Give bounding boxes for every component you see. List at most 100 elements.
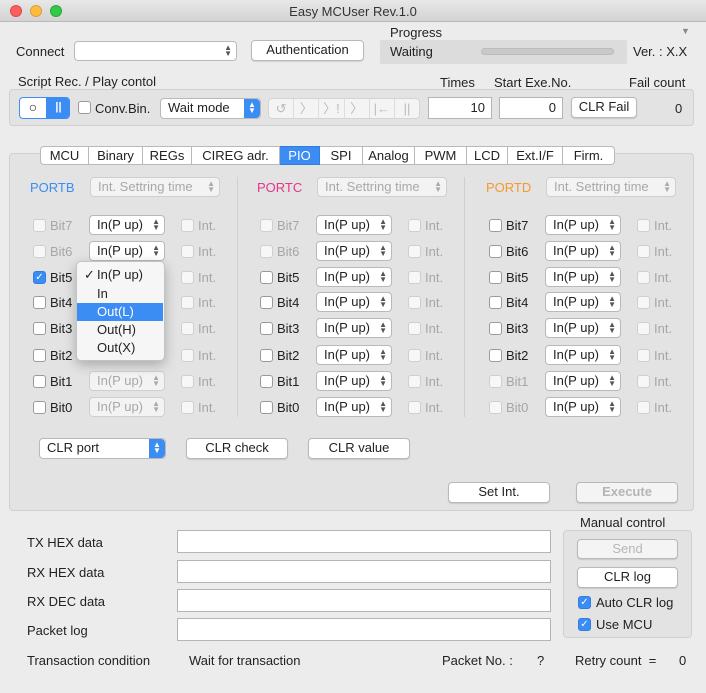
start-exe-input[interactable]: 0 <box>499 97 563 119</box>
pin-mode-select[interactable]: In(P up) ▲ ▼ <box>316 292 392 312</box>
int-checkbox[interactable] <box>637 349 650 362</box>
pin-mode-select[interactable]: In(P up) ▲ ▼ <box>545 267 621 287</box>
connect-select[interactable]: ▲ ▼ <box>74 41 237 61</box>
pin-mode-select[interactable]: In(P up) ▲ ▼ <box>316 267 392 287</box>
int-checkbox[interactable] <box>408 322 421 335</box>
bit-checkbox[interactable] <box>33 401 46 414</box>
bit-checkbox[interactable] <box>489 322 502 335</box>
pin-mode-select[interactable]: In(P up) ▲ ▼ <box>545 241 621 261</box>
bit-checkbox[interactable] <box>260 296 273 309</box>
pin-mode-select[interactable]: In(P up) ▲ ▼ <box>545 292 621 312</box>
data-field-rx-hex-data[interactable] <box>177 560 551 583</box>
bit-checkbox[interactable] <box>33 296 46 309</box>
bit-checkbox[interactable] <box>489 375 502 388</box>
bit-checkbox[interactable] <box>260 219 273 232</box>
bit-checkbox[interactable] <box>489 219 502 232</box>
pin-mode-select[interactable]: In(P up) ▲ ▼ <box>316 397 392 417</box>
pin-mode-select[interactable]: In(P up) ▲ ▼ <box>89 397 165 417</box>
bit-checkbox[interactable] <box>33 322 46 335</box>
pin-mode-select[interactable]: In(P up) ▲ ▼ <box>316 215 392 235</box>
pin-mode-select[interactable]: In(P up) ▲ ▼ <box>316 241 392 261</box>
record-play-segment[interactable]: ○ || <box>19 97 70 119</box>
set-int-button[interactable]: Set Int. <box>448 482 550 503</box>
tab-binary[interactable]: Binary <box>89 146 143 165</box>
int-checkbox[interactable] <box>637 271 650 284</box>
pin-mode-select[interactable]: In(P up) ▲ ▼ <box>89 371 165 391</box>
data-field-tx-hex-data[interactable] <box>177 530 551 553</box>
bit-checkbox[interactable] <box>489 401 502 414</box>
int-checkbox[interactable] <box>181 245 194 258</box>
clr-value-button[interactable]: CLR value <box>308 438 410 459</box>
bit-checkbox[interactable] <box>260 349 273 362</box>
tab-pio[interactable]: PIO <box>280 146 320 165</box>
rewind-icon[interactable]: |← <box>370 99 395 118</box>
int-setting-time-select[interactable]: Int. Settring time ▲ ▼ <box>90 177 220 197</box>
bit-checkbox[interactable] <box>260 245 273 258</box>
tab-firm[interactable]: Firm. <box>563 146 615 165</box>
step-icon[interactable]: 〉 <box>294 99 320 118</box>
play-icon[interactable]: 〉 <box>345 99 370 118</box>
tab-mcu[interactable]: MCU <box>40 146 89 165</box>
menu-item-in[interactable]: In <box>77 285 163 303</box>
int-checkbox[interactable] <box>181 271 194 284</box>
bit-checkbox[interactable] <box>489 271 502 284</box>
int-checkbox[interactable] <box>408 219 421 232</box>
int-checkbox[interactable] <box>408 349 421 362</box>
clr-port-select[interactable]: CLR port ▲ ▼ <box>39 438 166 459</box>
bit-checkbox[interactable] <box>489 245 502 258</box>
int-checkbox[interactable] <box>181 219 194 232</box>
pin-mode-select[interactable]: In(P up) ▲ ▼ <box>545 371 621 391</box>
pin-mode-select[interactable]: In(P up) ▲ ▼ <box>89 215 165 235</box>
menu-item-out-h[interactable]: Out(H) <box>77 321 163 339</box>
bit-checkbox[interactable] <box>33 245 46 258</box>
pin-mode-select[interactable]: In(P up) ▲ ▼ <box>545 318 621 338</box>
tab-ext-i-f[interactable]: Ext.I/F <box>508 146 563 165</box>
use-mcu-checkbox[interactable]: ✓ <box>578 618 591 631</box>
pin-mode-select[interactable]: In(P up) ▲ ▼ <box>545 345 621 365</box>
data-field-packet-log[interactable] <box>177 618 551 641</box>
auto-clr-log-checkbox[interactable]: ✓ <box>578 596 591 609</box>
bit-checkbox[interactable] <box>260 401 273 414</box>
bit-checkbox[interactable] <box>489 349 502 362</box>
menu-item-out-l[interactable]: Out(L) <box>77 303 163 321</box>
int-setting-time-select[interactable]: Int. Settring time ▲ ▼ <box>317 177 447 197</box>
bit-checkbox[interactable] <box>260 271 273 284</box>
data-field-rx-dec-data[interactable] <box>177 589 551 612</box>
clr-check-button[interactable]: CLR check <box>186 438 288 459</box>
tab-analog[interactable]: Analog <box>363 146 415 165</box>
pause-icon[interactable]: || <box>46 98 69 118</box>
int-checkbox[interactable] <box>408 296 421 309</box>
loop-icon[interactable]: ↺ <box>269 99 295 118</box>
int-checkbox[interactable] <box>637 322 650 335</box>
clr-log-button[interactable]: CLR log <box>577 567 678 588</box>
int-checkbox[interactable] <box>637 375 650 388</box>
bit-checkbox[interactable]: ✓ <box>33 271 46 284</box>
int-checkbox[interactable] <box>181 349 194 362</box>
int-checkbox[interactable] <box>637 296 650 309</box>
int-checkbox[interactable] <box>637 245 650 258</box>
pin-mode-select[interactable]: In(P up) ▲ ▼ <box>316 371 392 391</box>
bit-checkbox[interactable] <box>33 219 46 232</box>
int-checkbox[interactable] <box>408 245 421 258</box>
tab-lcd[interactable]: LCD <box>467 146 508 165</box>
int-setting-time-select[interactable]: Int. Settring time ▲ ▼ <box>546 177 676 197</box>
bit-checkbox[interactable] <box>33 375 46 388</box>
int-checkbox[interactable] <box>637 401 650 414</box>
int-checkbox[interactable] <box>408 401 421 414</box>
stop-icon[interactable]: || <box>395 99 419 118</box>
tab-spi[interactable]: SPI <box>320 146 363 165</box>
menu-item-out-x[interactable]: Out(X) <box>77 339 163 357</box>
disclosure-triangle-icon[interactable]: ▼ <box>681 26 690 36</box>
tab-cireg-adr[interactable]: CIREG adr. <box>192 146 280 165</box>
bit-checkbox[interactable] <box>260 375 273 388</box>
record-icon[interactable]: ○ <box>20 98 46 118</box>
pin-mode-select[interactable]: In(P up) ▲ ▼ <box>316 318 392 338</box>
pin-mode-select[interactable]: In(P up) ▲ ▼ <box>316 345 392 365</box>
pin-mode-select[interactable]: In(P up) ▲ ▼ <box>545 397 621 417</box>
tab-regs[interactable]: REGs <box>143 146 192 165</box>
int-checkbox[interactable] <box>181 401 194 414</box>
int-checkbox[interactable] <box>408 271 421 284</box>
menu-item-in-p-up[interactable]: ✓ In(P up) <box>77 266 163 284</box>
bit-checkbox[interactable] <box>489 296 502 309</box>
times-input[interactable]: 10 <box>428 97 492 119</box>
